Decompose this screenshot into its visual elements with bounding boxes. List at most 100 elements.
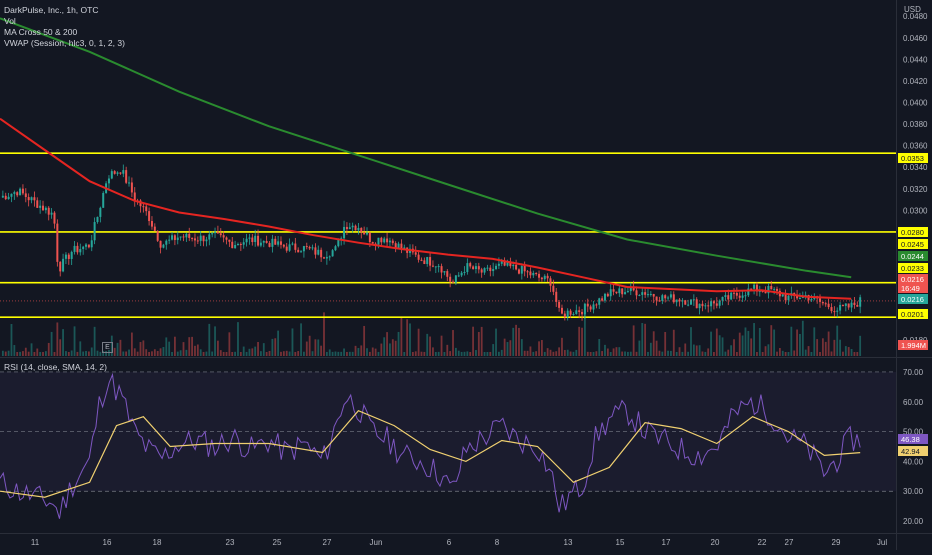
volume-bar xyxy=(50,331,53,356)
volume-bar xyxy=(225,351,228,356)
candle-body xyxy=(30,197,33,201)
earnings-badge[interactable]: E xyxy=(102,342,113,353)
volume-bar xyxy=(804,349,807,356)
volume-bar xyxy=(497,351,500,356)
volume-bar xyxy=(819,351,821,356)
candle-body xyxy=(351,225,354,228)
candle-body xyxy=(85,244,88,247)
candle-body xyxy=(667,297,670,299)
volume-bar xyxy=(647,351,649,356)
volume-bar xyxy=(495,328,497,356)
volume-bar xyxy=(291,328,294,356)
volume-bar xyxy=(262,343,265,356)
volume-bar xyxy=(784,351,787,356)
candle-body xyxy=(400,243,403,249)
volume-bar xyxy=(767,344,770,356)
volume-bar xyxy=(288,351,291,356)
candle-body xyxy=(652,293,655,297)
volume-bar xyxy=(592,351,595,356)
volume-bar xyxy=(360,345,363,356)
candle-body xyxy=(850,302,853,308)
volume-bar xyxy=(10,323,13,356)
volume-bar xyxy=(621,351,624,356)
volume-bar xyxy=(96,350,99,356)
candle-body xyxy=(251,237,254,243)
volume-bar xyxy=(667,350,669,356)
candle-body xyxy=(715,303,718,306)
volume-bar xyxy=(655,340,658,356)
volume-bar xyxy=(844,346,847,356)
candle-body xyxy=(781,294,784,297)
candle-body xyxy=(618,288,621,294)
volume-bar xyxy=(778,348,781,356)
volume-bar xyxy=(624,351,626,356)
candle-body xyxy=(128,182,131,184)
candle-body xyxy=(566,310,569,318)
ma200-line xyxy=(0,17,852,279)
candle-body xyxy=(497,263,500,266)
volume-bar xyxy=(595,351,598,356)
volume-bar xyxy=(787,351,790,356)
volume-bar xyxy=(320,345,323,356)
chart-area[interactable]: USD 0.0480 0.0460 0.0440 0.0420 0.0400 0.0380 0… xyxy=(0,0,932,550)
axis-label-price: 16:49 xyxy=(901,284,920,293)
volume-bar xyxy=(254,346,257,356)
volume-bar xyxy=(641,323,644,356)
volume-bar xyxy=(452,330,454,356)
candle-body xyxy=(753,284,756,289)
candle-body xyxy=(62,258,65,272)
volume-bar xyxy=(4,351,7,356)
volume-bar xyxy=(446,344,449,356)
volume-bar xyxy=(578,326,581,356)
candle-body xyxy=(414,252,417,255)
candle-body xyxy=(586,303,589,307)
volume-bar xyxy=(440,335,443,356)
candle-body xyxy=(724,295,727,297)
candle-body xyxy=(612,289,615,292)
price-chart-svg[interactable]: USD0.04800.04600.04400.04200.04000.03800… xyxy=(0,0,932,550)
volume-bar xyxy=(409,323,411,356)
volume-bar xyxy=(39,352,42,356)
volume-bar xyxy=(128,349,130,356)
volume-bar xyxy=(354,345,357,356)
candle-body xyxy=(305,246,308,248)
candle-body xyxy=(701,303,704,307)
volume-bar xyxy=(555,351,558,356)
volume-bar xyxy=(698,345,701,356)
candle-body xyxy=(463,271,466,273)
volume-bar xyxy=(308,335,311,356)
volume-bar xyxy=(139,342,142,356)
volume-bar xyxy=(277,330,280,356)
rsi-tick: 60.00 xyxy=(903,398,924,407)
time-tick: 27 xyxy=(785,538,794,547)
candle-body xyxy=(202,235,205,242)
volume-bar xyxy=(598,339,601,356)
volume-bar xyxy=(228,332,231,356)
volume-bar xyxy=(509,340,512,356)
volume-bar xyxy=(151,351,153,356)
volume-bar xyxy=(477,331,480,356)
candle-body xyxy=(50,212,53,215)
candle-body xyxy=(33,197,36,201)
volume-bar xyxy=(741,335,744,356)
volume-bar xyxy=(294,352,297,356)
candle-body xyxy=(595,304,598,306)
time-tick: 17 xyxy=(662,538,671,547)
candle-body xyxy=(348,227,351,230)
candle-body xyxy=(841,304,844,306)
candle-body xyxy=(7,196,10,200)
volume-bar xyxy=(79,341,82,356)
candle-body xyxy=(592,304,595,310)
candle-body xyxy=(549,278,552,286)
volume-bar xyxy=(93,326,96,356)
legend-vwap: VWAP (Session, hlc3, 0, 1, 2, 3) xyxy=(4,38,125,48)
time-tick: 22 xyxy=(758,538,767,547)
volume-bar xyxy=(532,351,535,356)
volume-bar xyxy=(627,351,629,356)
volume-bar xyxy=(113,347,116,356)
volume-bar xyxy=(19,351,21,356)
volume-bar xyxy=(328,349,331,356)
candle-body xyxy=(288,244,291,251)
time-tick: 16 xyxy=(103,538,112,547)
candle-body xyxy=(773,288,776,290)
